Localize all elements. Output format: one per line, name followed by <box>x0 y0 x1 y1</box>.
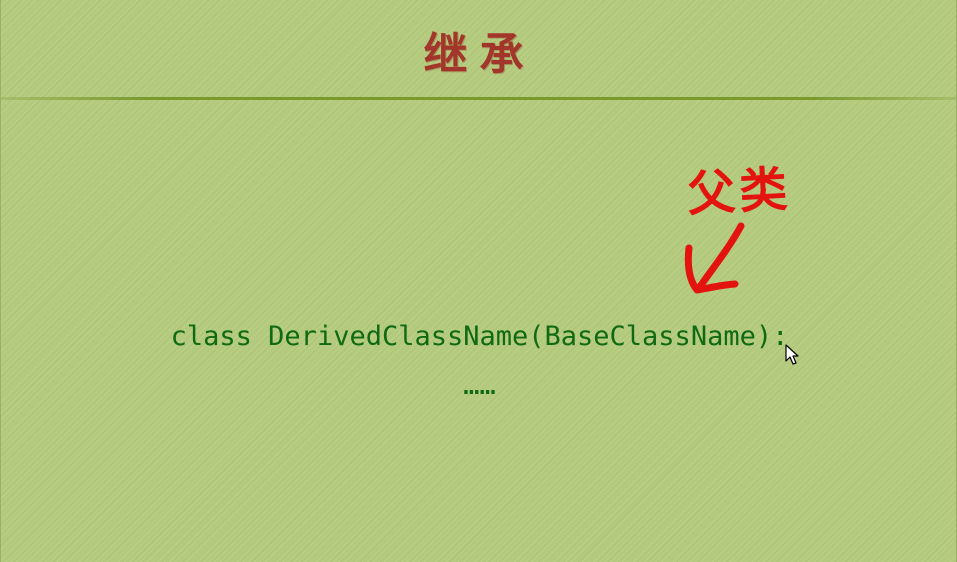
mouse-pointer-icon <box>785 344 799 365</box>
title-divider <box>1 97 956 100</box>
hand-drawn-arrow-icon <box>684 222 745 294</box>
slide: 继承 父类 class DerivedClassName(BaseClassNa… <box>0 0 957 562</box>
code-line-class-definition: class DerivedClassName(BaseClassName): <box>170 321 789 352</box>
code-line-ellipsis: …… <box>463 370 496 401</box>
slide-title: 继承 <box>423 29 536 80</box>
annotation-label: 父类 <box>685 161 793 223</box>
